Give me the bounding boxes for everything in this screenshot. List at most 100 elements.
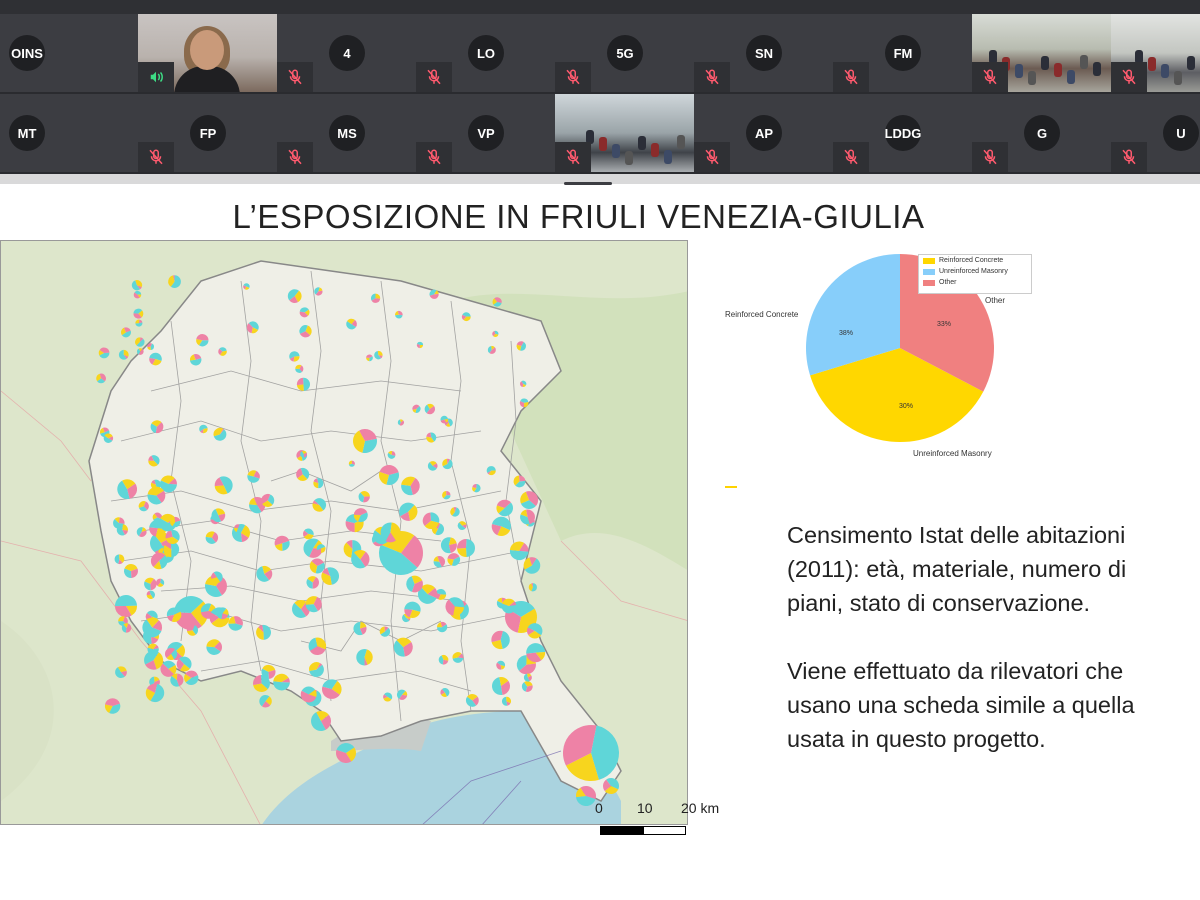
classroom-figure <box>625 151 633 165</box>
municipality-pie-marker <box>393 637 413 657</box>
municipality-pie-marker <box>404 601 421 618</box>
participant-avatar: FP <box>190 115 226 151</box>
classroom-figure <box>1067 70 1075 84</box>
municipality-pie-marker <box>287 289 302 303</box>
municipality-pie-marker <box>296 467 310 481</box>
municipality-pie-marker <box>374 350 383 360</box>
municipality-pie-marker <box>437 621 448 633</box>
slide-body-text: Censimento Istat delle abitazioni (2011)… <box>787 518 1187 756</box>
municipality-pie-marker <box>136 348 144 355</box>
municipality-pie-marker <box>114 554 125 565</box>
municipality-pie-marker <box>492 330 499 337</box>
exposure-map <box>0 240 688 825</box>
municipality-pie-marker <box>520 380 527 388</box>
municipality-pie-marker <box>450 507 460 517</box>
participant-tile[interactable]: LO <box>416 14 556 92</box>
participant-tile[interactable]: VP <box>416 94 556 172</box>
municipality-pie-marker <box>115 666 127 679</box>
classroom-figure <box>638 136 646 150</box>
municipality-pie-marker <box>199 424 208 434</box>
municipality-pie-marker <box>526 643 546 663</box>
participant-tile[interactable] <box>972 14 1112 92</box>
municipality-pie-marker <box>348 460 355 467</box>
pie-label-reinforced-concrete: Reinforced Concrete <box>725 310 799 319</box>
municipality-pie-marker <box>496 499 514 517</box>
municipality-pie-marker <box>472 483 481 493</box>
municipality-pie-marker <box>399 502 418 521</box>
participant-tile[interactable]: MS <box>277 94 417 172</box>
mic-muted-icon <box>277 62 313 92</box>
municipality-pie-marker <box>358 491 370 503</box>
municipality-pie-marker <box>396 689 408 700</box>
municipality-pie-marker <box>523 557 541 574</box>
classroom-figure <box>1015 64 1023 78</box>
municipality-pie-marker <box>487 345 496 354</box>
municipality-pie-marker <box>305 596 322 613</box>
municipality-pie-marker <box>387 450 396 459</box>
participant-tile[interactable]: OINS <box>0 14 139 92</box>
classroom-figure <box>677 135 685 149</box>
participant-tile[interactable]: 5G <box>555 14 695 92</box>
participant-tile[interactable]: MT <box>0 94 139 172</box>
participant-tile[interactable]: G <box>972 94 1112 172</box>
municipality-pie-marker <box>433 555 446 568</box>
mic-muted-icon <box>277 142 313 172</box>
participant-tile[interactable]: LDDG <box>833 94 973 172</box>
municipality-pie-marker <box>133 308 144 319</box>
resize-handle[interactable] <box>564 182 612 185</box>
legend-item-reinforced-concrete: Reinforced Concrete <box>919 255 1031 266</box>
scale-bar <box>600 826 686 835</box>
participant-tile[interactable] <box>138 14 278 92</box>
municipality-pie-marker <box>309 662 324 677</box>
municipality-pie-marker <box>196 334 209 347</box>
municipality-pie-marker <box>412 404 421 413</box>
mic-muted-icon <box>833 62 869 92</box>
municipality-pie-marker <box>138 501 149 512</box>
municipality-pie-marker <box>395 310 403 319</box>
participant-tile[interactable]: FP <box>138 94 278 172</box>
municipality-pie-marker <box>104 698 121 714</box>
municipality-pie-marker <box>148 455 160 467</box>
classroom-figure <box>1093 62 1101 76</box>
municipality-pie-marker <box>346 318 357 330</box>
municipality-pie-marker <box>513 475 526 488</box>
participant-tile[interactable]: U <box>1111 94 1200 172</box>
municipality-pie-marker <box>170 673 184 687</box>
municipality-pie-marker <box>150 552 168 570</box>
participant-avatar: MT <box>9 115 45 151</box>
classroom-figure <box>1080 55 1088 69</box>
municipality-pie-marker <box>440 415 449 424</box>
scale-label-20: 20 km <box>681 800 720 816</box>
participant-tile[interactable]: AP <box>694 94 834 172</box>
municipality-pie-marker <box>321 567 340 585</box>
municipality-pie-marker <box>289 351 300 362</box>
slide-title: L’ESPOSIZIONE IN FRIULI VENEZIA-GIULIA <box>232 198 925 235</box>
municipality-pie-marker <box>170 516 181 528</box>
legend-item-unreinforced-masonry: Unreinforced Masonry <box>919 266 1031 277</box>
municipality-pie-marker <box>117 479 138 500</box>
legend-item-other: Other <box>919 277 1031 288</box>
participant-tile[interactable] <box>555 94 695 172</box>
municipality-pie-marker <box>521 681 533 692</box>
participant-tile[interactable]: FM <box>833 14 973 92</box>
municipality-pie-marker <box>397 419 404 426</box>
municipality-pie-marker <box>491 516 511 536</box>
municipality-pie-marker <box>142 617 163 638</box>
participant-tile[interactable] <box>1111 14 1200 92</box>
municipality-pie-marker <box>422 512 440 530</box>
municipality-pie-marker <box>135 337 145 347</box>
classroom-figure <box>1041 56 1049 70</box>
municipality-pie-marker <box>429 289 439 299</box>
municipality-pie-marker <box>118 349 129 360</box>
municipality-pie-marker <box>501 598 517 614</box>
municipality-pie-marker <box>98 347 110 359</box>
municipality-pie-marker <box>115 594 137 617</box>
municipality-pie-marker <box>438 654 449 665</box>
participant-avatar: SN <box>746 35 782 71</box>
municipality-pie-marker <box>164 647 178 660</box>
municipality-pie-marker <box>353 508 368 523</box>
participant-tile[interactable]: 4 <box>277 14 417 92</box>
participant-avatar: VP <box>468 115 504 151</box>
municipality-pie-marker <box>133 290 142 299</box>
participant-tile[interactable]: SN <box>694 14 834 92</box>
